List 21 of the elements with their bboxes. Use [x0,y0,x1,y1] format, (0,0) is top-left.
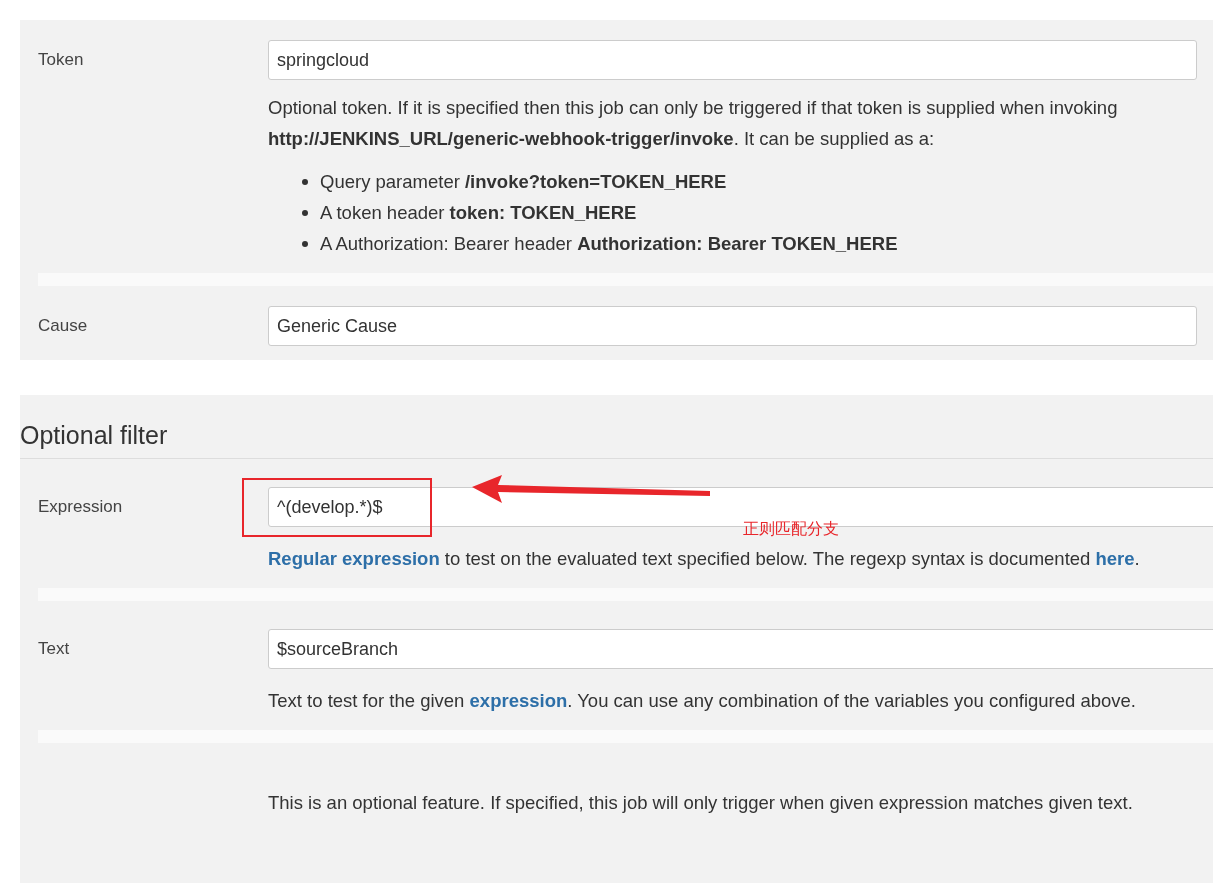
bullet-text: Query parameter /invoke?token=TOKEN_HERE [320,170,727,194]
field-label: Cause [37,315,89,336]
bullet-icon [302,240,308,247]
help-text: Optional token. If it is specified then this job can only be triggered if that token is supplied when invoking http://JENKINS_URL/generic-webhook-trigger/invoke. It can be supplied as a: [268,96,1119,151]
section-heading: Optional filter [20,395,1213,459]
bullet-text: A Authorization: Bearer header Authorization: Bearer TOKEN_HERE [320,232,898,256]
link[interactable]: expression [469,690,568,711]
field-label: Expression [37,496,124,517]
bullet-icon [302,209,308,216]
bullet-text: A token header token: TOKEN_HERE [320,201,637,225]
help-text: This is an optional feature. If specified, this job will only trigger when given expression matches given text. [268,791,1134,815]
link[interactable]: Regular expression [268,548,440,569]
input-field[interactable]: $sourceBranch [268,629,1213,669]
field-label: Token [37,49,85,70]
help-text: Regular expression to test on the evaluated text specified below. The regexp syntax is documented here. [268,547,1141,571]
bullet-icon [302,178,308,185]
help-text: Text to test for the given expression. You can use any combination of the variables you configured above. [268,689,1137,713]
input-field[interactable]: springcloud [268,40,1197,80]
field-label: Text [37,638,71,659]
link[interactable]: here [1095,548,1135,569]
input-field[interactable]: Generic Cause [268,306,1197,346]
